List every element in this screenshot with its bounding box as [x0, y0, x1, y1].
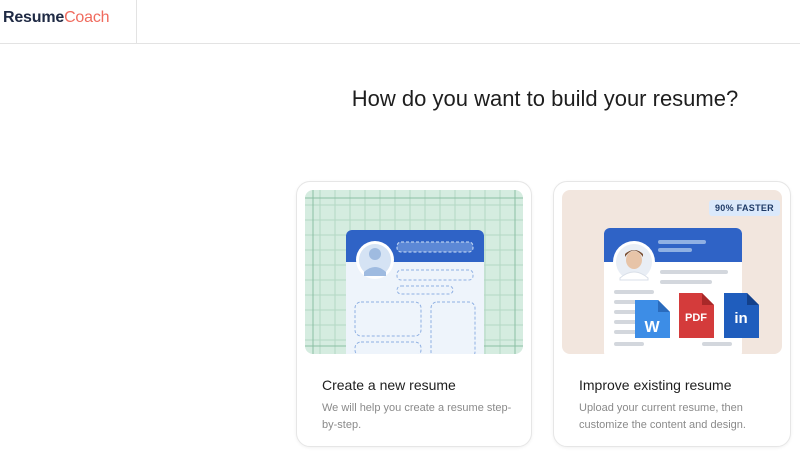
logo-text-coach: Coach: [64, 9, 110, 26]
create-new-resume-title: Create a new resume: [322, 377, 456, 393]
linkedin-file-icon: in: [724, 293, 759, 338]
pdf-file-label: PDF: [685, 312, 707, 324]
word-file-label: W: [644, 319, 660, 336]
page-headline: How do you want to build your resume?: [351, 86, 739, 111]
top-navbar: ResumeCoach: [0, 0, 800, 44]
logo-container: ResumeCoach: [0, 0, 137, 43]
improve-existing-resume-card[interactable]: W PDF in 90% FASTER Improve existing res…: [553, 181, 791, 447]
improve-existing-resume-title: Improve existing resume: [579, 377, 732, 393]
faster-badge: 90% FASTER: [708, 200, 780, 216]
pdf-file-icon: PDF: [679, 293, 714, 338]
logo-text-resume: Resume: [3, 9, 65, 26]
improve-existing-resume-description: Upload your current resume, then customi…: [579, 402, 746, 431]
create-new-resume-card[interactable]: Create a new resume We will help you cre…: [296, 181, 532, 447]
create-new-resume-description: We will help you create a resume step-by…: [322, 402, 512, 431]
linkedin-file-label: in: [734, 310, 747, 327]
resumecoach-logo[interactable]: ResumeCoach: [3, 9, 110, 27]
resume-builder-illustration: [305, 190, 523, 354]
